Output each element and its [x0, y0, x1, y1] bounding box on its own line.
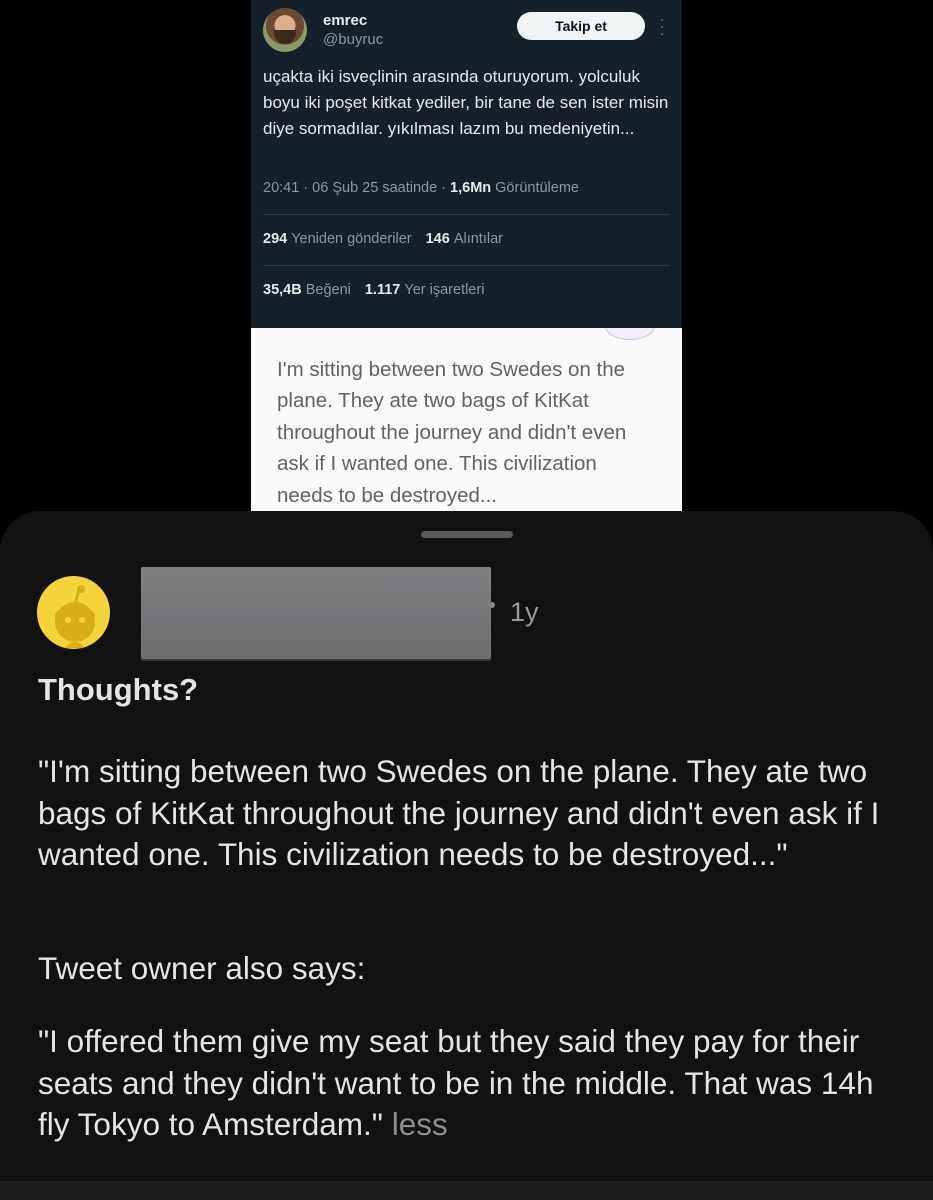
bottom-bar — [0, 1181, 933, 1200]
tweet-handle[interactable]: @buyruc — [323, 31, 383, 48]
more-vertical-icon[interactable]: · · · — [659, 12, 665, 40]
tweet-avatar[interactable] — [263, 8, 307, 52]
redacted-username — [141, 567, 491, 659]
tweet-timestamp: 20:41 · 06 Şub 25 saatinde · — [263, 180, 451, 196]
post-title: Thoughts? — [38, 672, 199, 707]
translate-decoration — [605, 328, 655, 340]
separator-dot — [489, 602, 495, 608]
reposts-count[interactable]: 294 — [263, 231, 287, 247]
reposts-label[interactable]: Yeniden gönderiler — [291, 231, 411, 247]
owner-quote-text: "I offered them give my seat but they sa… — [38, 1023, 874, 1142]
translation-card: I'm sitting between two Swedes on the pl… — [251, 328, 682, 511]
less-link[interactable]: less — [392, 1106, 448, 1142]
divider — [263, 214, 670, 215]
quotes-count[interactable]: 146 — [426, 231, 450, 247]
tweet-like-stats: 35,4B Beğeni 1.117 Yer işaretleri — [263, 282, 484, 298]
divider — [263, 265, 670, 266]
post-owner-quote: "I offered them give my seat but they sa… — [38, 1021, 908, 1146]
tweet-views-count: 1,6Mn — [450, 180, 492, 196]
bookmarks-label[interactable]: Yer işaretleri — [404, 282, 484, 298]
tweet-views-label: Görüntüleme — [491, 180, 579, 196]
likes-label[interactable]: Beğeni — [306, 282, 351, 298]
tweet-repost-stats: 294 Yeniden gönderiler 146 Alıntılar — [263, 231, 503, 247]
tweet-text: uçakta iki isveçlinin arasında oturuyoru… — [263, 67, 669, 138]
tweet-card: emrec @buyruc Takip et · · · uçakta iki is… — [251, 0, 682, 328]
post-quote: "I'm sitting between two Swedes on the p… — [38, 753, 880, 872]
follow-button[interactable]: Takip et — [517, 12, 645, 40]
quotes-label[interactable]: Alıntılar — [454, 231, 503, 247]
likes-count[interactable]: 35,4B — [263, 282, 302, 298]
post-age: 1y — [510, 597, 539, 627]
post-owner-note: Tweet owner also says: — [38, 950, 366, 986]
translation-text: I'm sitting between two Swedes on the pl… — [277, 358, 627, 507]
snoo-avatar-icon[interactable] — [37, 576, 110, 649]
reddit-post-sheet: 1y Thoughts? "I'm sitting between two Sw… — [0, 511, 933, 1200]
sheet-grabber[interactable] — [421, 531, 513, 538]
bookmarks-count[interactable]: 1.117 — [365, 282, 401, 298]
tweet-meta: 20:41 · 06 Şub 25 saatinde · 1,6Mn Görün… — [263, 180, 579, 196]
tweet-display-name[interactable]: emrec — [323, 12, 367, 29]
